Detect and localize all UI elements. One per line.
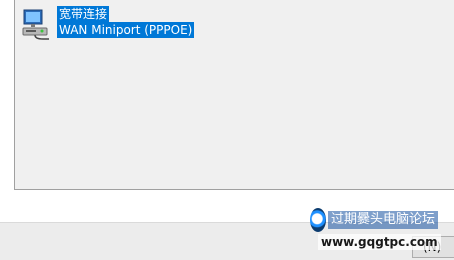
list-item-broadband-connection[interactable]: 宽带连接 WAN Miniport (PPPOE) bbox=[21, 6, 195, 42]
network-connections-window: 宽带连接 WAN Miniport (PPPOE) (N) 过期爨头电脑论坛 w… bbox=[0, 0, 454, 260]
connections-list[interactable]: 宽带连接 WAN Miniport (PPPOE) bbox=[14, 0, 454, 190]
connection-details: 宽带连接 WAN Miniport (PPPOE) bbox=[57, 6, 195, 38]
connection-name: 宽带连接 bbox=[57, 6, 110, 22]
connection-device: WAN Miniport (PPPOE) bbox=[57, 22, 195, 38]
next-button[interactable]: (N) bbox=[412, 236, 454, 258]
dialog-footer bbox=[0, 222, 454, 260]
network-computer-icon bbox=[21, 8, 51, 42]
